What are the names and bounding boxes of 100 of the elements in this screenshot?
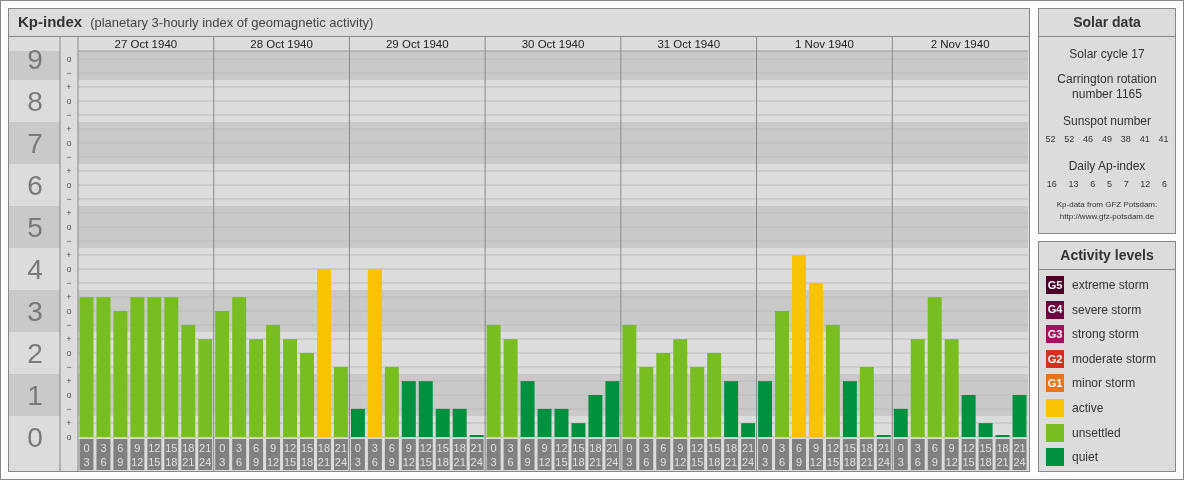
- time-slot-label: 21 24: [198, 439, 213, 470]
- kp-bar: [1012, 395, 1027, 437]
- axis-label: 6: [27, 170, 43, 201]
- time-slot-label: 9 12: [537, 439, 552, 470]
- ap-index-value: 13: [1068, 177, 1079, 191]
- credit-text: Kp-data from GFZ Potsdam:: [1056, 199, 1158, 211]
- time-slot-label: 15 18: [435, 439, 450, 470]
- time-slot-label: 21 24: [605, 439, 620, 470]
- kp-bar: [978, 423, 993, 437]
- time-slot-label: 3 6: [96, 439, 111, 470]
- time-slot-label: 3 6: [503, 439, 518, 470]
- minor-tick-label: o: [66, 348, 72, 358]
- minor-tick-label: o: [66, 432, 72, 442]
- sunspot-value: 52: [1064, 133, 1075, 146]
- time-slot-label: 15 18: [300, 439, 314, 470]
- time-slot-label: 6 9: [792, 439, 806, 470]
- level-swatch: G5: [1046, 276, 1064, 294]
- minor-tick-label: +: [66, 208, 72, 218]
- minor-tick-label: −: [66, 68, 72, 78]
- time-slot-label: 0 3: [79, 439, 94, 470]
- time-slot-label: 3 6: [775, 439, 789, 470]
- minor-tick-label: +: [66, 334, 72, 344]
- time-slot-label: 18 21: [724, 439, 739, 470]
- minor-tick-label: +: [66, 418, 72, 428]
- level-label: quiet: [1072, 449, 1099, 467]
- time-slot-label: 3 6: [232, 439, 247, 470]
- kp-bar: [741, 423, 756, 437]
- solar-cycle-text: Solar cycle 17: [1069, 46, 1145, 63]
- minor-tick-label: −: [66, 404, 72, 414]
- kp-bar: [401, 381, 416, 437]
- sunspot-value: 52: [1045, 133, 1056, 146]
- minor-tick-label: −: [66, 194, 72, 204]
- sunspot-value: 49: [1101, 133, 1112, 146]
- kp-bar: [961, 395, 976, 437]
- panel-title: Activity levels: [1060, 246, 1154, 265]
- time-slot-label: 18 21: [452, 439, 467, 470]
- time-slot-label: 6 9: [520, 439, 535, 470]
- time-slot-label: 6 9: [249, 439, 264, 470]
- time-slot-label: 6 9: [656, 439, 671, 470]
- time-slot-label: 15 18: [842, 439, 857, 470]
- carrington-rotation-text: Carrington rotation number 1165: [1056, 72, 1158, 102]
- time-slot-label: 15 18: [164, 439, 179, 470]
- level-label: unsettled: [1072, 424, 1121, 442]
- kp-bar: [571, 423, 586, 437]
- time-slot-label: 9 12: [808, 439, 823, 470]
- minor-tick-label: o: [66, 138, 72, 148]
- time-slot-label: 18 21: [995, 439, 1010, 470]
- axis-label: 4: [27, 254, 43, 285]
- time-slot-label: 21 24: [469, 439, 484, 470]
- level-swatch: G3: [1046, 325, 1064, 344]
- time-slot-label: 12 15: [825, 439, 840, 470]
- time-slot-label: 3 6: [639, 439, 654, 470]
- minor-tick-label: o: [66, 96, 72, 106]
- sunspot-value: 46: [1083, 133, 1094, 146]
- kp-bar: [724, 381, 739, 437]
- panel-title: Solar data: [1073, 13, 1141, 32]
- axis-label: 3: [27, 296, 43, 327]
- minor-tick-label: +: [66, 82, 72, 92]
- minor-tick-label: o: [66, 54, 72, 64]
- level-label: extreme storm: [1072, 277, 1149, 294]
- level-label: active: [1072, 399, 1104, 417]
- time-slot-label: 15 18: [978, 439, 993, 470]
- kp-bar: [605, 381, 620, 437]
- minor-tick-label: −: [66, 110, 72, 120]
- time-slot-label: 21 24: [741, 439, 756, 470]
- axis-label: 5: [27, 212, 43, 243]
- axis-label: 8: [27, 86, 43, 117]
- time-slot-label: 9 12: [944, 439, 959, 470]
- time-slot-label: 18 21: [317, 439, 331, 470]
- level-swatch: G2: [1046, 349, 1064, 368]
- level-swatch: G1: [1046, 374, 1064, 393]
- minor-tick-label: +: [66, 292, 72, 302]
- date-label: 30 Oct 1940: [521, 38, 585, 50]
- minor-tick-label: +: [66, 250, 72, 260]
- minor-tick-label: o: [66, 264, 72, 274]
- minor-tick-label: −: [66, 320, 72, 330]
- ap-index-value: 16: [1046, 177, 1057, 191]
- date-label: 1 Nov 1940: [795, 38, 854, 50]
- date-label: 29 Oct 1940: [385, 38, 449, 50]
- time-slot-label: 9 12: [130, 439, 145, 470]
- time-slot-label: 21 24: [876, 439, 891, 470]
- ap-index-value: 6: [1090, 177, 1096, 191]
- panel-title: Kp-index: [18, 12, 83, 33]
- level-label: strong storm: [1072, 326, 1139, 344]
- kp-bar: [520, 381, 535, 437]
- axis-label: 9: [27, 44, 43, 75]
- kp-bar: [758, 381, 773, 437]
- axis-label: 7: [27, 128, 43, 159]
- time-slot-label: 18 21: [588, 439, 603, 470]
- minor-tick-label: −: [66, 362, 72, 372]
- time-slot-label: 0 3: [622, 439, 637, 470]
- axis-label: 2: [27, 338, 43, 369]
- time-slot-label: 12 15: [418, 439, 433, 470]
- time-slot-label: 15 18: [707, 439, 722, 470]
- minor-tick-label: +: [66, 124, 72, 134]
- minor-tick-label: o: [66, 222, 72, 232]
- time-slot-label: 12 15: [690, 439, 705, 470]
- time-slot-label: 0 3: [893, 439, 908, 470]
- level-label: moderate storm: [1072, 350, 1157, 368]
- date-label: 2 Nov 1940: [930, 38, 990, 50]
